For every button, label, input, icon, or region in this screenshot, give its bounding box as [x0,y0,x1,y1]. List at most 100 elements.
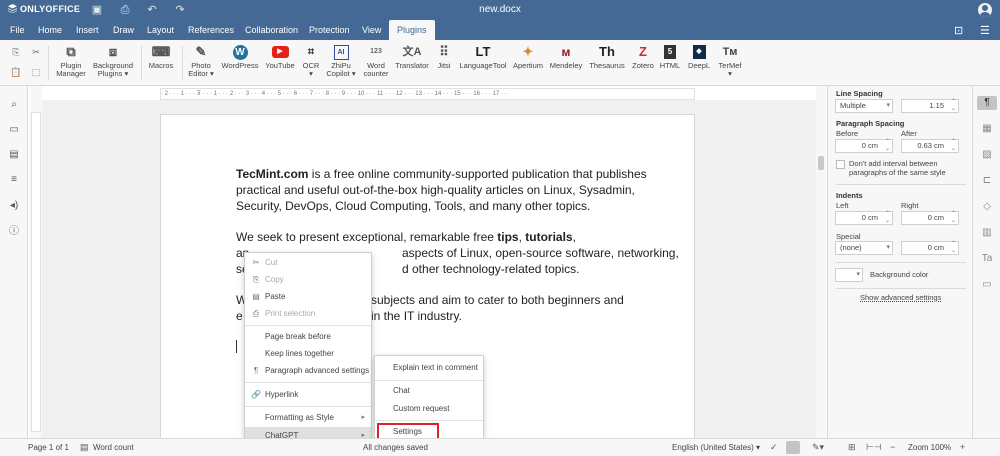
tab-layout[interactable]: Layout [143,20,178,40]
zotero-button[interactable]: Z Zotero [629,43,657,70]
tab-plugins[interactable]: Plugins [389,20,435,40]
signature-icon[interactable]: ▭ [980,278,994,292]
ocr-button[interactable]: ⌗ OCR ▾ [300,43,322,78]
deepl-button[interactable]: ◆ DeepL [685,43,713,70]
deepl-icon: ◆ [689,43,709,61]
chart-settings-icon[interactable]: ▥ [980,226,994,240]
languagetool-button[interactable]: LT LanguageTool [457,43,509,70]
tab-references[interactable]: References [184,20,238,40]
tab-view[interactable]: View [358,20,385,40]
thesaurus-button[interactable]: Th Thesaurus [588,43,626,70]
header-footer-icon[interactable]: ⊏ [980,174,994,188]
search-icon[interactable]: ⌕ [8,99,20,111]
spacing-after-input[interactable]: 0.63 cm ⌃ ⌄ [901,139,959,153]
horizontal-ruler[interactable]: · 2 · · · 1 · · · ⊼ · · · 1 · · · 2 · · … [160,88,695,100]
comments-icon[interactable]: ▭ [8,124,20,136]
chevron-down-icon: ▾ [886,102,890,109]
menu-cut[interactable]: ✂ Cut [245,254,371,272]
track-changes-icon[interactable] [786,441,800,454]
background-plugins-icon: ⧈ [108,44,118,59]
tab-home[interactable]: Home [34,20,66,40]
open-location-icon[interactable]: ⊡ [954,24,963,37]
word-count-button[interactable]: Word count [93,443,134,452]
html-button[interactable]: 5 HTML [658,43,682,70]
special-indent-select[interactable]: (none) ▾ [835,241,893,255]
navigation-icon[interactable]: ≡ [8,174,20,186]
spacing-before-input[interactable]: 0 cm ⌃ ⌄ [835,139,893,153]
paragraph-2[interactable]: We seek to present exceptional, remarkab… [236,229,656,245]
cut-icon[interactable]: ✂ [30,46,42,58]
context-menu: ✂ Cut ⎘ Copy ▤ Paste ⎙ Print selection Page … [244,252,372,448]
shape-settings-icon[interactable]: ◇ [980,200,994,214]
tab-draw[interactable]: Draw [109,20,138,40]
vertical-ruler[interactable] [30,86,42,438]
page-indicator[interactable]: Page 1 of 1 [28,443,69,452]
spellcheck-icon[interactable]: ✓ [770,442,778,453]
cut-icon: ✂ [252,258,260,267]
scrollbar-thumb[interactable] [818,156,824,170]
termef-button[interactable]: Tᴍ TerMef ▾ [716,43,744,78]
background-color-label: Background color [870,270,929,279]
tab-collaboration[interactable]: Collaboration [241,20,302,40]
paste-icon[interactable]: 📋 [10,66,22,78]
wordpress-button[interactable]: W WordPress [220,43,260,70]
line-spacing-value-input[interactable]: 1.15 ⌃ ⌄ [901,99,959,113]
line-spacing-mode-select[interactable]: Multiple ▾ [835,99,893,113]
user-avatar[interactable] [978,3,992,17]
vertical-scrollbar[interactable] [816,86,826,438]
photo-editor-button[interactable]: ✎ Photo Editor ▾ [186,43,216,78]
tab-insert[interactable]: Insert [72,20,103,40]
zoom-out-icon[interactable]: − [890,442,895,452]
menu-print-selection[interactable]: ⎙ Print selection [245,305,371,323]
menu-paragraph-advanced-settings[interactable]: ¶ Paragraph advanced settings [245,362,371,380]
special-indent-input[interactable]: 0 cm ⌃ ⌄ [901,241,959,255]
zoom-level[interactable]: Zoom 100% [908,443,951,452]
submenu-explain-text[interactable]: Explain text in comment [375,360,483,376]
tab-file[interactable]: File [6,20,29,40]
submenu-chat[interactable]: Chat [375,383,483,399]
menu-paste[interactable]: ▤ Paste [245,288,371,306]
text-art-icon[interactable]: Ta [980,252,994,266]
translator-button[interactable]: 文A Translator [394,43,430,70]
menu-copy[interactable]: ⎘ Copy [245,271,371,289]
table-settings-icon[interactable]: ▦ [980,122,994,136]
zhipu-copilot-button[interactable]: AI ZhiPu Copilot ▾ [325,43,357,78]
plugin-manager-button[interactable]: ⧉ Plugin Manager [54,43,88,78]
image-settings-icon[interactable]: ▨ [980,148,994,162]
fit-width-icon[interactable]: ⊢⊣ [866,442,882,453]
fit-page-icon[interactable]: ⊞ [848,442,856,453]
indents-title: Indents [836,191,863,200]
paragraph-1[interactable]: TecMint.com is a free online community-s… [236,166,656,214]
speaker-icon[interactable]: ◂) [8,200,20,212]
zoom-in-icon[interactable]: + [960,442,965,452]
youtube-button[interactable]: ▶ YouTube [263,43,297,70]
background-plugins-button[interactable]: ⧈ Background Plugins ▾ [90,43,136,78]
mendeley-button[interactable]: ᴍ Mendeley [548,43,584,70]
chat-icon[interactable]: ▤ [8,149,20,161]
jitsi-button[interactable]: ⠿ Jitsi [432,43,456,70]
menu-hyperlink[interactable]: 🔗 Hyperlink [245,386,371,404]
submenu-custom-request[interactable]: Custom request [375,401,483,417]
word-counter-button[interactable]: 123 Word counter [359,43,393,78]
indent-right-input[interactable]: 0 cm ⌃ ⌄ [901,211,959,225]
chevron-down-icon: ▾ [886,244,890,251]
dont-add-interval-checkbox[interactable] [836,160,845,169]
macros-button[interactable]: ⌨ Macros [146,43,176,70]
language-select[interactable]: English (United States) ▾ [672,443,760,452]
menu-formatting-as-style[interactable]: Formatting as Style ▸ [245,409,371,427]
select-all-icon[interactable]: ⬚ [30,66,42,78]
show-advanced-settings-link[interactable]: Show advanced settings [860,293,941,302]
tab-protection[interactable]: Protection [305,20,354,40]
apertium-button[interactable]: ✦ Apertium [511,43,545,70]
about-icon[interactable]: ⓘ [8,226,20,238]
paste-icon: ▤ [252,292,260,301]
document-language-icon[interactable]: ✎▾ [812,442,824,453]
background-color-picker[interactable]: ▾ [835,268,863,282]
indent-left-input[interactable]: 0 cm ⌃ ⌄ [835,211,893,225]
menu-page-break-before[interactable]: Page break before [245,328,371,346]
paragraph-settings-icon[interactable]: ¶ [977,96,997,110]
menu-keep-lines-together[interactable]: Keep lines together [245,345,371,363]
copy-icon[interactable]: ⎘ [10,46,22,58]
menu-icon[interactable]: ☰ [980,24,990,37]
thesaurus-icon: Th [599,44,615,59]
